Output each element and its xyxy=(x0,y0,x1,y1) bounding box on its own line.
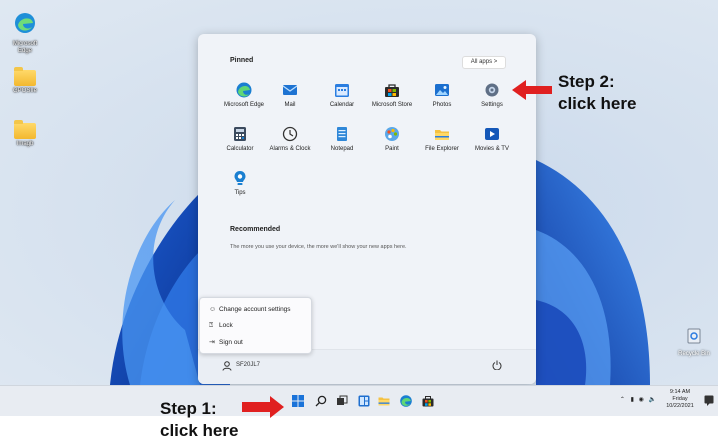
app-label: Microsoft Store xyxy=(371,102,413,108)
power-icon xyxy=(492,360,502,371)
app-label: Calculator xyxy=(226,146,254,152)
step1-arrow-icon xyxy=(242,396,284,418)
system-tray[interactable]: ⌃ ▮ ◉ 🔈 xyxy=(620,396,656,403)
app-label: Mail xyxy=(284,102,296,108)
widgets-icon[interactable] xyxy=(358,395,370,407)
app-photos[interactable]: Photos xyxy=(414,82,470,108)
calendar-icon xyxy=(334,82,350,98)
file-explorer-icon[interactable] xyxy=(378,395,390,407)
app-label: File Explorer xyxy=(425,146,459,152)
desktop-icon-label: Recycle Bin xyxy=(678,351,710,357)
menu-item-label: Sign out xyxy=(219,339,243,346)
app-file-explorer[interactable]: File Explorer xyxy=(414,126,470,152)
step2-arrow-icon xyxy=(512,80,552,100)
change-account-settings-item[interactable]: ☺ Change account settings xyxy=(209,306,291,313)
app-label: Notepad xyxy=(330,146,354,152)
battery-icon: ▮ xyxy=(630,397,634,403)
volume-icon: 🔈 xyxy=(648,397,656,403)
user-name-button[interactable]: SF20JL7 xyxy=(236,362,260,368)
mail-icon xyxy=(282,82,298,98)
app-notepad[interactable]: Notepad xyxy=(314,126,370,152)
tips-icon xyxy=(232,170,248,186)
lock-icon: ⍰ xyxy=(209,322,214,329)
menu-item-label: Lock xyxy=(219,322,233,329)
notification-icon[interactable] xyxy=(704,395,714,407)
desktop-icon-edge[interactable]: Microsoft Edge xyxy=(5,12,45,55)
play-icon xyxy=(484,126,500,142)
chevron-up-icon[interactable]: ⌃ xyxy=(620,397,625,403)
network-icon: ◉ xyxy=(638,397,644,403)
recommended-text: The more you use your device, the more w… xyxy=(230,244,407,250)
account-settings-icon: ☺ xyxy=(209,306,217,313)
app-label: Movies & TV xyxy=(475,146,509,152)
taskbar-clock[interactable]: 9:14 AM Friday 10/22/2021 xyxy=(660,389,700,410)
app-paint[interactable]: Paint xyxy=(364,126,420,152)
step2-annotation: Step 2: click here xyxy=(558,71,636,115)
app-label: Calendar xyxy=(329,102,355,108)
app-microsoft-store[interactable]: Microsoft Store xyxy=(364,82,420,108)
edge-icon xyxy=(236,82,252,98)
power-button[interactable] xyxy=(492,360,502,372)
all-apps-button[interactable]: All apps > xyxy=(462,56,506,69)
step1-title: Step 1: xyxy=(160,399,217,418)
app-alarms-clock[interactable]: Alarms & Clock xyxy=(262,126,318,152)
clock-icon xyxy=(282,126,298,142)
start-button[interactable] xyxy=(292,395,304,407)
folder-icon xyxy=(14,67,36,86)
folder-icon xyxy=(14,120,36,139)
recycle-bin-icon xyxy=(687,328,701,344)
app-label: Settings xyxy=(481,102,503,108)
taskbar: ⌃ ▮ ◉ 🔈 9:14 AM Friday 10/22/2021 xyxy=(0,385,718,416)
app-calendar[interactable]: Calendar xyxy=(314,82,370,108)
app-label: Photos xyxy=(432,102,452,108)
desktop-icon-label: Microsoft Edge xyxy=(12,41,38,54)
search-icon[interactable] xyxy=(315,395,327,407)
edge-icon xyxy=(15,13,35,33)
app-tips[interactable]: Tips xyxy=(212,170,268,196)
app-label: Paint xyxy=(385,146,399,152)
clock-day: Friday xyxy=(672,396,688,402)
gear-icon xyxy=(484,82,500,98)
sign-out-item[interactable]: ⇥ Sign out xyxy=(209,338,243,346)
step1-annotation: Step 1: click here xyxy=(160,398,238,442)
sign-out-icon: ⇥ xyxy=(209,339,215,346)
desktop-icon-recycle-bin[interactable]: Recycle Bin xyxy=(674,326,714,357)
app-calculator[interactable]: Calculator xyxy=(212,126,268,152)
clock-date: 10/22/2021 xyxy=(666,403,694,409)
desktop-icon-folder[interactable]: Imagb xyxy=(5,120,45,148)
notepad-icon xyxy=(334,126,350,142)
desktop-icon-label: Imagb xyxy=(16,141,34,147)
clock-time: 9:14 AM xyxy=(669,389,691,395)
folder-icon xyxy=(434,126,450,142)
account-menu: ☺ Change account settings ⍰ Lock ⇥ Sign out xyxy=(199,297,312,354)
store-icon[interactable] xyxy=(422,395,434,407)
app-movies-tv[interactable]: Movies & TV xyxy=(464,126,520,152)
step1-subtitle: click here xyxy=(160,421,239,440)
step2-subtitle: click here xyxy=(558,94,637,113)
task-view-icon[interactable] xyxy=(336,395,348,407)
app-mail[interactable]: Mail xyxy=(262,82,318,108)
user-icon xyxy=(222,361,232,371)
start-menu-footer: SF20JL7 xyxy=(198,349,536,384)
calculator-icon xyxy=(232,126,248,142)
app-label: Alarms & Clock xyxy=(269,146,311,152)
step2-title: Step 2: xyxy=(558,72,615,91)
desktop-icon-folder[interactable]: GPOSIIe xyxy=(5,67,45,95)
paint-icon xyxy=(384,126,400,142)
menu-item-label: Change account settings xyxy=(219,306,291,313)
desktop-icon-label: GPOSIIe xyxy=(12,88,37,94)
lock-item[interactable]: ⍰ Lock xyxy=(209,322,233,330)
recommended-heading: Recommended xyxy=(230,226,281,233)
edge-icon[interactable] xyxy=(400,395,412,407)
pinned-heading: Pinned xyxy=(230,57,254,64)
app-label: Tips xyxy=(234,190,246,196)
photos-icon xyxy=(434,82,450,98)
store-icon xyxy=(384,82,400,98)
